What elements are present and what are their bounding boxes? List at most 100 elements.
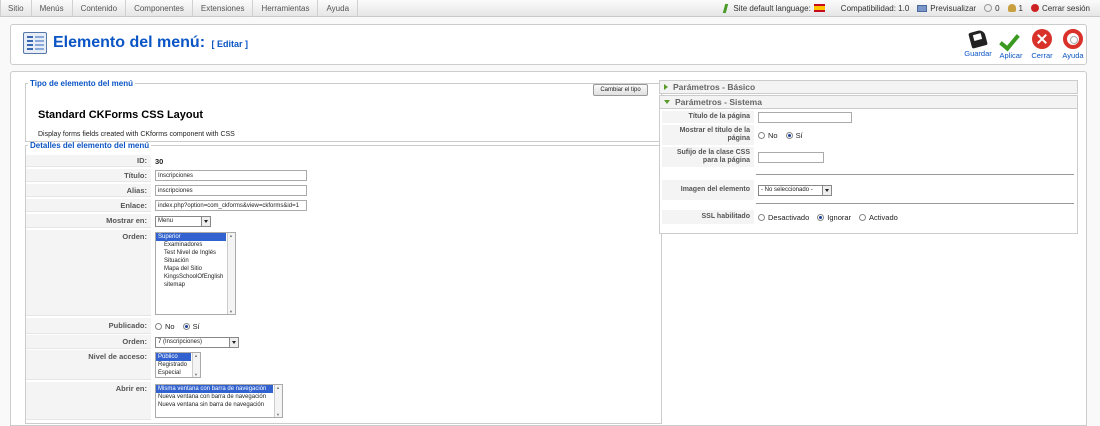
link-input[interactable]: index.php?option=com_ckforms&view=ckform… — [155, 200, 307, 211]
open-in-option[interactable]: Misma ventana con barra de navegación — [156, 385, 273, 393]
show-title-param-label: Mostrar el título de la página — [662, 125, 754, 145]
logout-link[interactable]: Cerrar sesión — [1030, 4, 1090, 13]
menu-componentes[interactable]: Componentes — [126, 0, 193, 17]
menu-extensiones[interactable]: Extensiones — [193, 0, 254, 17]
top-menu-bar: Sitio Menús Contenido Componentes Extens… — [0, 0, 1100, 17]
order2-value: 7 (Inscripciones) — [158, 339, 203, 345]
id-value: 30 — [155, 156, 164, 166]
compatibility-status: Compatibilidad: 1.0 — [840, 3, 910, 13]
menu-ayuda[interactable]: Ayuda — [318, 0, 359, 17]
close-label: Cerrar — [1031, 51, 1053, 60]
ssl-ignore-radio[interactable] — [817, 213, 825, 221]
page-title-param-input[interactable] — [758, 111, 852, 123]
access-label: Nivel de acceso: — [26, 350, 151, 380]
published-no-radio[interactable] — [155, 322, 162, 330]
preview-icon — [917, 4, 928, 12]
order2-select[interactable]: 7 (Inscripciones) — [155, 336, 239, 348]
id-label: ID: — [26, 155, 151, 167]
open-in-listbox[interactable]: Misma ventana con barra de navegación Nu… — [155, 384, 283, 418]
order-option[interactable]: KingsSchoolOfEnglish — [156, 273, 235, 281]
close-icon — [1032, 29, 1052, 49]
open-in-label: Abrir en: — [26, 382, 151, 420]
dropdown-arrow-icon — [201, 216, 210, 226]
prow-css-suffix: Sufijo de la clase CSS para la página — [662, 147, 1076, 167]
type-description: Display forms fields created with CKform… — [38, 131, 235, 138]
row-title: Título: Inscripciones — [26, 169, 649, 182]
order2-label: Orden: — [26, 335, 151, 349]
prow-ssl: SSL habilitado Desactivado Ignorar Activ… — [662, 210, 1076, 224]
order-option[interactable]: Mapa del Sitio — [156, 265, 235, 273]
row-order: Orden: Superior Examinadores Test Nivel … — [26, 230, 649, 316]
menu-contenido[interactable]: Contenido — [73, 0, 127, 17]
order-option[interactable]: sitemap — [156, 281, 235, 289]
access-scrollbar[interactable] — [192, 353, 200, 377]
help-button[interactable]: Ayuda — [1058, 29, 1088, 60]
params-system-toggle[interactable]: Parámetros - Sistema — [659, 95, 1078, 109]
title-input[interactable]: Inscripciones — [155, 170, 307, 181]
order-option[interactable]: Situación — [156, 257, 235, 265]
apply-button[interactable]: Aplicar — [996, 29, 1026, 60]
users-online[interactable]: 1 — [1007, 3, 1023, 13]
details-legend: Detalles del elemento del menú — [30, 141, 150, 150]
order-listbox[interactable]: Superior Examinadores Test Nivel de Ingl… — [155, 232, 236, 315]
page-header: Elemento del menú: [ Editar ] Guardar Ap… — [10, 24, 1087, 65]
show-in-select[interactable]: Menu — [155, 215, 211, 227]
open-in-scrollbar[interactable] — [274, 385, 282, 417]
row-show-in: Mostrar en: Menu — [26, 214, 649, 228]
order-scrollbar[interactable] — [227, 233, 235, 314]
params-system-title: Parámetros - Sistema — [675, 97, 762, 107]
open-in-option[interactable]: Nueva ventana con barra de navegación — [156, 393, 282, 401]
menu-menus[interactable]: Menús — [32, 0, 73, 17]
menu-herramientas[interactable]: Herramientas — [253, 0, 319, 17]
logout-icon — [1030, 4, 1039, 12]
help-lifebuoy-icon — [1063, 29, 1083, 49]
site-language[interactable]: Site default language: — [723, 3, 825, 13]
params-basic-toggle[interactable]: Parámetros - Básico — [659, 80, 1078, 94]
css-suffix-param-input[interactable] — [758, 151, 824, 163]
dropdown-arrow-icon — [229, 337, 238, 347]
prow-image: Imagen del elemento - No seleccionado - — [662, 180, 1076, 200]
row-open-in: Abrir en: Misma ventana con barra de nav… — [26, 382, 649, 420]
access-listbox[interactable]: Público Registrado Especial — [155, 352, 201, 378]
show-title-no-radio[interactable] — [758, 131, 765, 139]
main-menu: Sitio Menús Contenido Componentes Extens… — [0, 0, 359, 17]
menu-sitio[interactable]: Sitio — [0, 0, 32, 17]
prow-show-title: Mostrar el título de la página No Sí — [662, 125, 1076, 145]
type-name: Standard CKForms CSS Layout — [38, 109, 204, 121]
order-option[interactable]: Examinadores — [156, 241, 235, 249]
change-type-button[interactable]: Cambiar el tipo — [593, 84, 648, 96]
ssl-ignore-label: Ignorar — [827, 212, 852, 222]
show-title-yes-radio[interactable] — [785, 131, 793, 139]
ssl-on-radio[interactable] — [859, 213, 867, 221]
type-legend: Tipo de elemento del menú — [30, 79, 133, 88]
users-icon — [1007, 4, 1016, 12]
published-no-label: No — [165, 321, 175, 331]
row-published: Publicado: No Sí — [26, 318, 649, 334]
image-param-select[interactable]: - No seleccionado - — [758, 184, 832, 196]
order-option[interactable]: Superior — [156, 233, 226, 241]
access-option[interactable]: Público — [156, 353, 191, 361]
show-in-value: Menu — [158, 218, 174, 224]
alias-input[interactable]: inscripciones — [155, 185, 307, 196]
css-suffix-param-label: Sufijo de la clase CSS para la página — [662, 147, 754, 167]
users-value: 1 — [1018, 3, 1023, 13]
title-label: Título: — [26, 169, 151, 182]
language-icon — [723, 4, 730, 13]
show-in-label: Mostrar en: — [26, 214, 151, 228]
close-button[interactable]: Cerrar — [1027, 29, 1057, 60]
published-yes-radio[interactable] — [182, 322, 190, 330]
status-area: Site default language: Compatibilidad: 1… — [715, 0, 1100, 17]
page-title-param-label: Título de la página — [662, 111, 754, 123]
save-button[interactable]: Guardar — [963, 29, 993, 58]
site-language-label: Site default language: — [733, 3, 811, 13]
preview-link[interactable]: Previsualizar — [917, 4, 976, 13]
page-subtitle: [ Editar ] — [211, 39, 248, 49]
row-id: ID: 30 — [26, 155, 649, 167]
order-option[interactable]: Test Nivel de Inglés — [156, 249, 235, 257]
show-title-no-label: No — [768, 130, 778, 140]
row-alias: Alias: inscripciones — [26, 184, 649, 197]
open-in-option[interactable]: Nueva ventana sin barra de navegación — [156, 401, 282, 409]
messages-count[interactable]: 0 — [984, 4, 1000, 13]
ssl-off-radio[interactable] — [758, 213, 765, 221]
show-title-yes-label: Sí — [795, 130, 803, 140]
